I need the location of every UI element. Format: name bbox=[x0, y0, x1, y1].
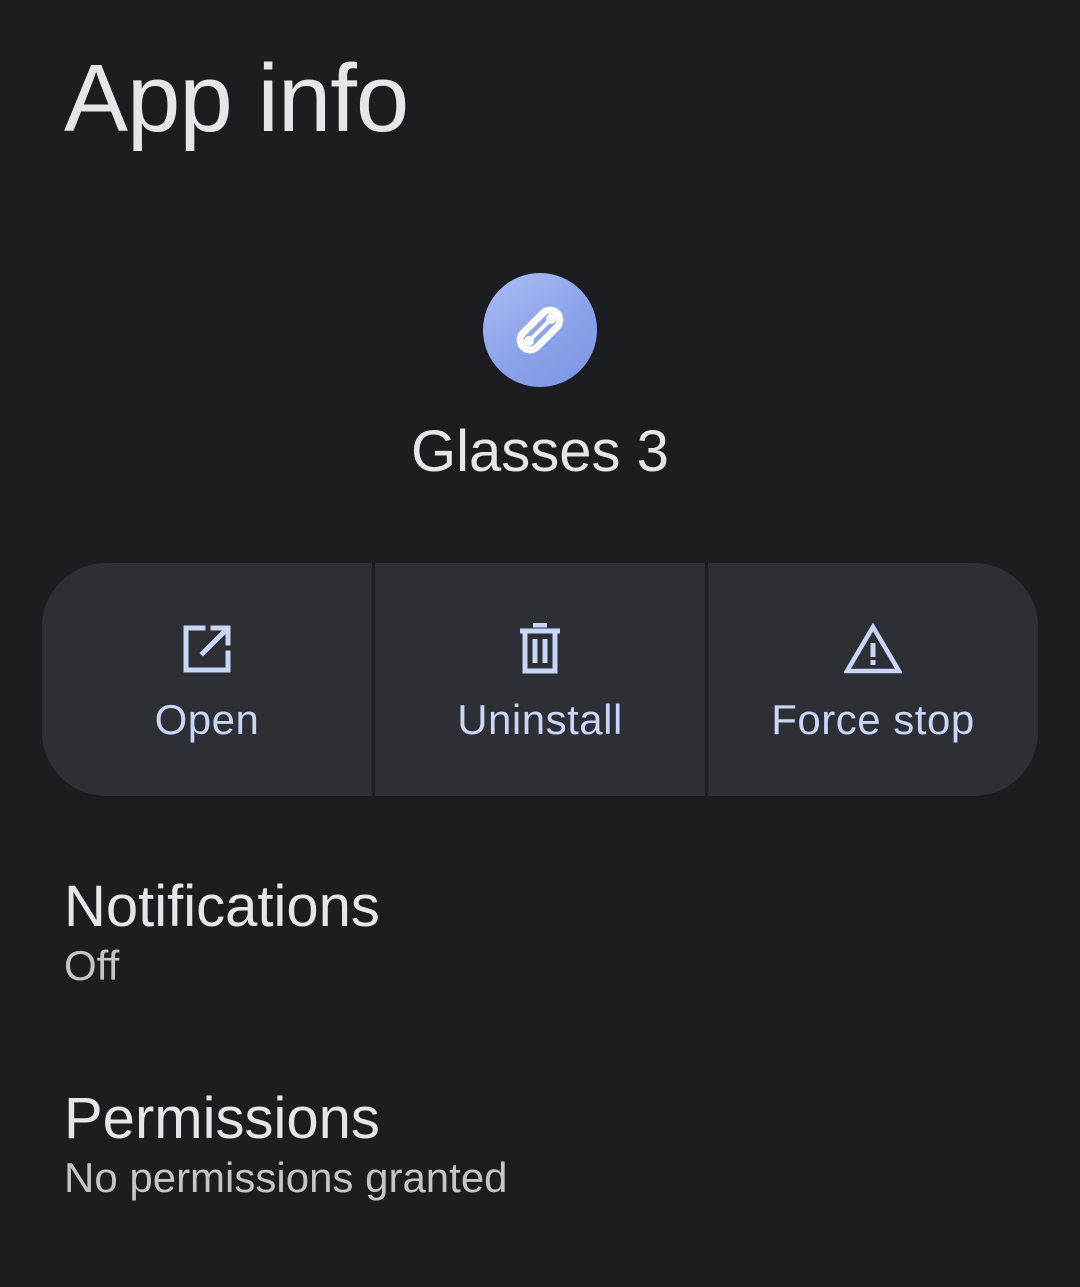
app-name: Glasses 3 bbox=[411, 419, 669, 484]
open-button[interactable]: Open bbox=[42, 563, 372, 796]
link-icon bbox=[516, 306, 564, 354]
app-icon bbox=[483, 273, 597, 387]
notifications-item[interactable]: Notifications Off bbox=[64, 874, 1016, 992]
notifications-title: Notifications bbox=[64, 874, 380, 939]
notifications-summary: Off bbox=[64, 942, 120, 989]
open-label: Open bbox=[154, 696, 260, 743]
permissions-title: Permissions bbox=[64, 1086, 380, 1151]
permissions-item[interactable]: Permissions No permissions granted bbox=[64, 1086, 1016, 1204]
trash-icon bbox=[510, 621, 570, 677]
force-stop-button[interactable]: Force stop bbox=[708, 563, 1038, 796]
uninstall-label: Uninstall bbox=[457, 696, 623, 743]
permissions-summary: No permissions granted bbox=[64, 1154, 508, 1201]
force-stop-label: Force stop bbox=[771, 696, 975, 743]
uninstall-button[interactable]: Uninstall bbox=[375, 563, 705, 796]
warning-icon bbox=[843, 621, 903, 677]
open-in-new-icon bbox=[177, 621, 237, 677]
action-bar: Open Uninstall Force stop bbox=[42, 563, 1038, 796]
page-title: App info bbox=[64, 45, 409, 152]
